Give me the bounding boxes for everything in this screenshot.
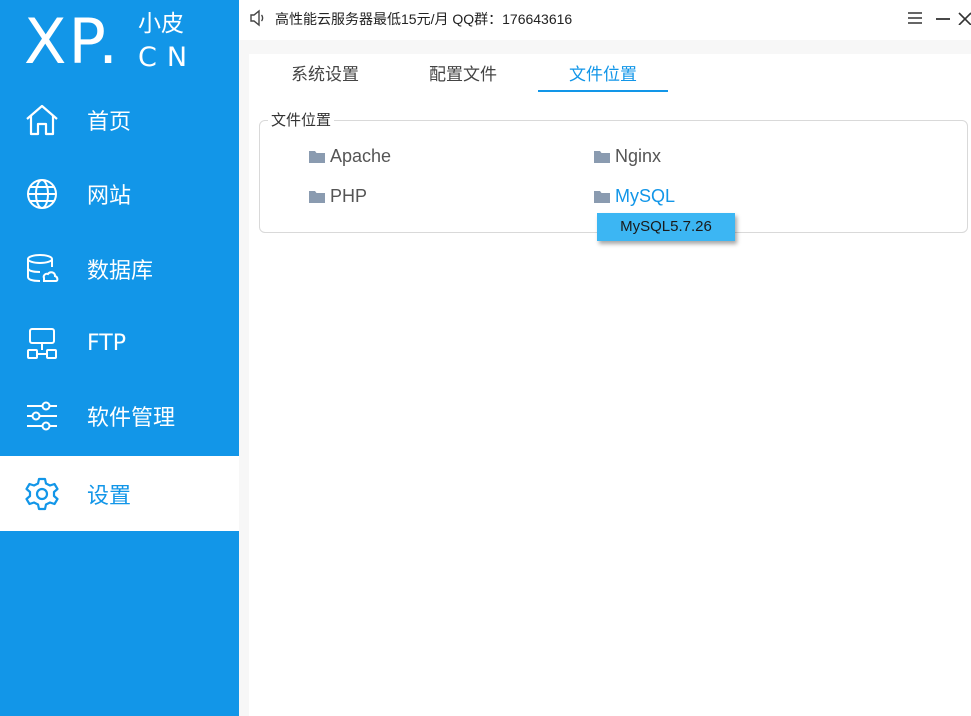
tabs-background <box>249 40 971 54</box>
home-icon <box>24 102 60 138</box>
group-legend: 文件位置 <box>268 109 335 131</box>
tab-file-locations[interactable]: 文件位置 <box>538 62 668 92</box>
close-icon <box>958 12 971 25</box>
sidebar-item-label: FTP <box>87 331 126 356</box>
sliders-icon <box>24 398 60 434</box>
gear-icon <box>24 476 60 512</box>
menu-button[interactable] <box>905 8 925 28</box>
sidebar-item-label: 数据库 <box>87 258 154 284</box>
sidebar: XP. 小皮 CN 首页 网站 数据库 FTP 软件管理 设置 <box>0 0 239 716</box>
logo-xp: XP. <box>24 5 120 78</box>
mysql-version-menu-item[interactable]: MySQL5.7.26 <box>597 213 735 241</box>
sidebar-item-settings[interactable]: 设置 <box>0 456 239 531</box>
folder-label: Nginx <box>615 146 662 166</box>
logo-cn-top: 小皮 <box>138 11 184 37</box>
sidebar-item-label: 设置 <box>87 483 132 509</box>
folder-nginx[interactable]: Nginx <box>594 146 661 167</box>
folder-label: PHP <box>330 186 368 206</box>
globe-icon <box>24 176 60 212</box>
sidebar-item-software[interactable]: 软件管理 <box>0 378 239 453</box>
sidebar-item-label: 网站 <box>87 183 132 209</box>
sidebar-item-home[interactable]: 首页 <box>0 82 239 157</box>
sidebar-item-label: 首页 <box>87 109 132 135</box>
minimize-button[interactable] <box>933 8 953 28</box>
logo-cn-bottom: CN <box>138 42 198 73</box>
sidebar-item-website[interactable]: 网站 <box>0 156 239 231</box>
close-button[interactable] <box>957 8 971 28</box>
tab-config-files[interactable]: 配置文件 <box>423 62 503 92</box>
folder-icon <box>594 191 610 203</box>
ftp-icon <box>24 326 60 362</box>
sidebar-item-database[interactable]: 数据库 <box>0 231 239 306</box>
folder-icon <box>594 151 610 163</box>
folder-label: MySQL <box>615 186 676 206</box>
minimize-icon <box>936 18 950 20</box>
folder-php[interactable]: PHP <box>309 186 367 207</box>
sidebar-item-ftp[interactable]: FTP <box>0 306 239 381</box>
notice-text[interactable]: 高性能云服务器最低15元/月 QQ群：176643616 <box>275 9 572 29</box>
tab-system-settings[interactable]: 系统设置 <box>285 62 365 92</box>
speaker-icon <box>249 9 267 27</box>
folder-mysql[interactable]: MySQL <box>594 186 675 207</box>
database-icon <box>24 251 60 287</box>
app-window: XP. 小皮 CN 首页 网站 数据库 FTP 软件管理 设置 高性能云服务器最… <box>0 0 971 716</box>
folder-icon <box>309 191 325 203</box>
sidebar-item-label: 软件管理 <box>87 405 176 431</box>
logo: XP. 小皮 CN <box>24 4 224 80</box>
main-content: 系统设置 配置文件 文件位置 文件位置 Apache Nginx PHP MyS… <box>239 40 971 716</box>
menu-icon <box>908 12 922 24</box>
folder-label: Apache <box>330 146 392 166</box>
top-bar: 高性能云服务器最低15元/月 QQ群：176643616 <box>239 0 971 40</box>
folder-icon <box>309 151 325 163</box>
folder-apache[interactable]: Apache <box>309 146 391 167</box>
